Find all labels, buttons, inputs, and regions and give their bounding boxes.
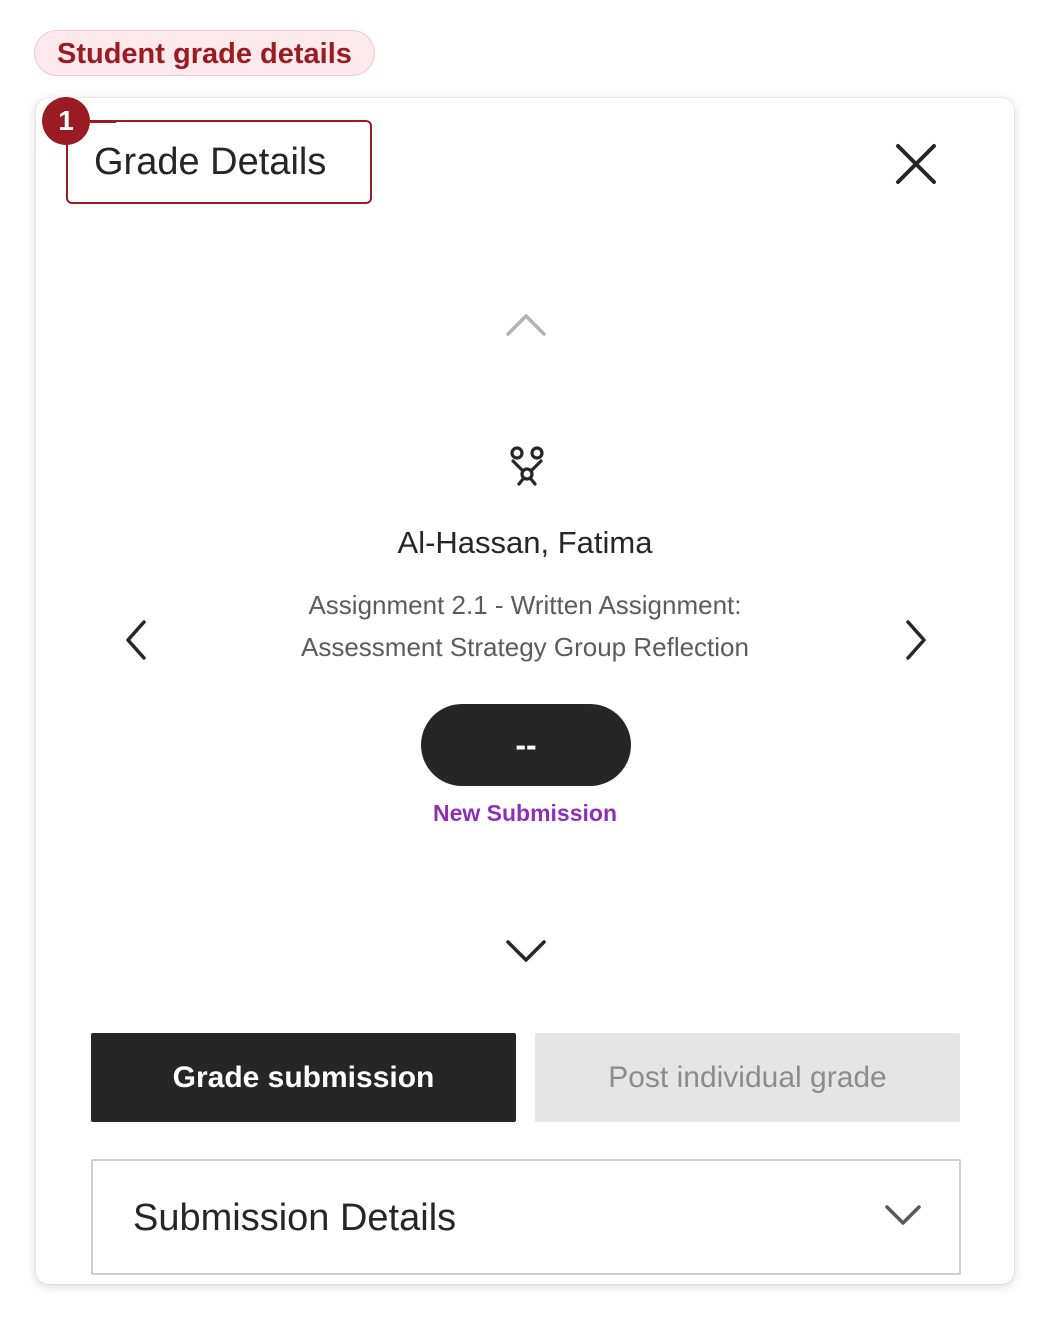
close-button[interactable] <box>890 138 942 190</box>
chevron-down-icon <box>885 1205 921 1225</box>
submission-status: New Submission <box>432 800 618 826</box>
previous-student-up-button[interactable] <box>504 310 548 340</box>
page: Student grade details 1 Grade Details Al… <box>0 0 1050 1320</box>
submission-details-label: Submission Details <box>133 1197 457 1239</box>
chevron-right-icon <box>906 620 926 660</box>
submission-details-accordion[interactable]: Submission Details <box>91 1159 961 1275</box>
annotation-tag-label: Student grade details <box>34 30 375 76</box>
panel-title: Grade Details <box>94 141 327 183</box>
previous-item-button[interactable] <box>120 618 152 662</box>
assignment-title-line-1: Assignment 2.1 - Written Assignment: <box>308 590 742 620</box>
assignment-title: Assignment 2.1 - Written Assignment: Ass… <box>225 584 825 668</box>
grade-submission-button[interactable]: Grade submission <box>91 1033 516 1122</box>
close-icon <box>896 144 936 184</box>
annotation-callout-number: 1 <box>42 97 116 145</box>
grade-value-pill[interactable]: -- <box>421 704 631 786</box>
chevron-left-icon <box>126 620 146 660</box>
chevron-up-icon <box>506 314 546 336</box>
next-item-button[interactable] <box>900 618 932 662</box>
student-name: Al-Hassan, Fatima <box>397 525 653 560</box>
post-individual-grade-button[interactable]: Post individual grade <box>535 1033 960 1122</box>
next-student-down-button[interactable] <box>504 934 548 966</box>
group-avatar-icon <box>510 446 544 486</box>
chevron-down-icon <box>506 940 546 962</box>
assignment-title-line-2: Assessment Strategy Group Reflection <box>301 632 749 662</box>
